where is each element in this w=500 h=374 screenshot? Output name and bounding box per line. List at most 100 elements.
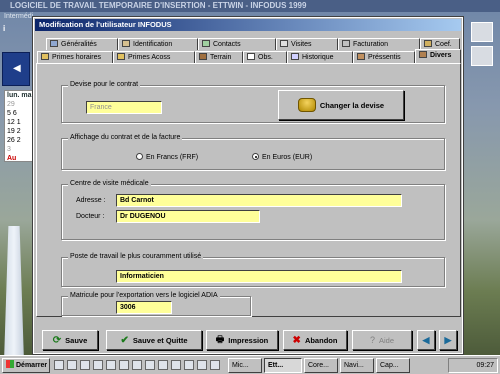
radio-frf[interactable]: En Francs (FRF)	[136, 153, 198, 161]
tab-primes-horaires[interactable]: Primes horaires	[37, 51, 113, 63]
left-panel: i ◀ lun. ma 29 5 6 12 1 19 2 26 2 3 Au	[0, 22, 33, 222]
calendar-row[interactable]: 5 6	[5, 109, 32, 118]
help-icon: ?	[369, 335, 375, 345]
system-tray: 09:27	[448, 358, 498, 373]
bonus-icon	[117, 53, 125, 60]
history-icon	[291, 53, 299, 60]
list-icon	[50, 40, 58, 47]
group-affichage-label: Affichage du contrat et de la facture	[68, 134, 183, 141]
previous-button[interactable]: ◀	[417, 330, 435, 350]
calendar-row[interactable]: 26 2	[5, 136, 32, 145]
calendar-row[interactable]: 3	[5, 145, 32, 154]
taskbar-item-navi[interactable]: Navi...	[340, 358, 374, 373]
quicklaunch-icon[interactable]	[197, 360, 207, 370]
quicklaunch-icon[interactable]	[158, 360, 168, 370]
next-button[interactable]: ▶	[439, 330, 457, 350]
change-currency-label: Changer la devise	[319, 100, 385, 110]
toolbar-button[interactable]	[471, 46, 493, 66]
docteur-field[interactable]: Dr DUGENOU	[116, 210, 260, 223]
misc-icon	[419, 51, 427, 58]
calendar-row[interactable]: 29	[5, 100, 32, 109]
tab-identification[interactable]: Identification	[118, 38, 198, 50]
quicklaunch-icon[interactable]	[132, 360, 142, 370]
user-edit-dialog: Modification de l'utilisateur INFODUS Gé…	[32, 16, 464, 355]
quicklaunch-icon[interactable]	[93, 360, 103, 370]
taskbar-item-mic[interactable]: Mic...	[228, 358, 262, 373]
cancel-icon: ✖	[292, 334, 301, 346]
quicklaunch-icon[interactable]	[80, 360, 90, 370]
toolbar-button[interactable]	[471, 22, 493, 42]
quicklaunch-icon[interactable]	[106, 360, 116, 370]
taskbar-item-ett[interactable]: Ett...	[264, 358, 302, 373]
calendar-row[interactable]: 19 2	[5, 127, 32, 136]
devise-field[interactable]: France	[86, 101, 162, 114]
clock-icon	[41, 53, 49, 60]
start-button[interactable]: Démarrer	[2, 358, 50, 373]
tab-generalites[interactable]: Généralités	[46, 38, 118, 50]
help-button[interactable]: ? Aide	[352, 330, 412, 350]
arrow-right-icon: ▶	[444, 334, 452, 345]
group-poste: Poste de travail le plus couramment util…	[61, 253, 445, 287]
group-matricule-label: Matricule pour l'exportation vers le log…	[68, 292, 220, 299]
coef-icon	[424, 40, 432, 47]
group-affichage: Affichage du contrat et de la facture En…	[61, 134, 445, 170]
tab-visites[interactable]: Visites	[276, 38, 338, 50]
arrow-left-icon: ◀	[13, 63, 21, 74]
dialog-title: Modification de l'utilisateur INFODUS	[35, 19, 461, 31]
quicklaunch-icon[interactable]	[171, 360, 181, 370]
quicklaunch-icon[interactable]	[210, 360, 220, 370]
visits-icon	[280, 40, 288, 47]
right-toolbar	[463, 22, 500, 355]
save-button[interactable]: ⟳ Sauve	[42, 330, 98, 350]
terrain-icon	[199, 53, 207, 60]
poste-field[interactable]: Informaticien	[116, 270, 402, 283]
taskbar: Démarrer Mic... Ett... Core... Navi... C…	[0, 355, 500, 374]
clock: 09:27	[476, 362, 494, 369]
invoice-icon	[342, 40, 350, 47]
calendar-today-link[interactable]: Au	[5, 154, 32, 163]
adresse-field[interactable]: Bd Carnot	[116, 194, 402, 207]
quicklaunch-icon[interactable]	[184, 360, 194, 370]
tab-pressentis[interactable]: Préssentis	[353, 51, 415, 63]
radio-eur-label: En Euros (EUR)	[262, 154, 313, 161]
matricule-field[interactable]: 3006	[116, 301, 172, 314]
calendar-row[interactable]: 12 1	[5, 118, 32, 127]
taskbar-item-core[interactable]: Core...	[304, 358, 338, 373]
radio-eur-circle[interactable]	[252, 153, 259, 160]
radio-frf-circle[interactable]	[136, 153, 143, 160]
abandon-button[interactable]: ✖ Abandon	[283, 330, 347, 350]
group-poste-label: Poste de travail le plus couramment util…	[68, 253, 204, 260]
print-button[interactable]: 🖶 Impression	[206, 330, 278, 350]
change-currency-button[interactable]: Changer la devise	[278, 90, 404, 120]
tab-contacts[interactable]: Contacts	[198, 38, 276, 50]
quicklaunch-icon[interactable]	[54, 360, 64, 370]
quicklaunch-icon[interactable]	[145, 360, 155, 370]
group-visite-medicale: Centre de visite médicale Adresse : Bd C…	[61, 180, 445, 240]
taskbar-item-cap[interactable]: Cap...	[376, 358, 410, 373]
radio-eur[interactable]: En Euros (EUR)	[252, 153, 312, 161]
group-matricule: Matricule pour l'exportation vers le log…	[61, 292, 251, 316]
tab-facturation[interactable]: Facturation	[338, 38, 420, 50]
printer-icon: 🖶	[215, 334, 225, 344]
coins-icon	[297, 98, 316, 112]
tab-primes-acoss[interactable]: Primes Acoss	[113, 51, 195, 63]
radio-frf-label: En Francs (FRF)	[146, 154, 199, 161]
id-card-icon	[122, 40, 130, 47]
docteur-label: Docteur :	[76, 213, 105, 220]
left-panel-title: i	[3, 24, 6, 33]
quicklaunch-icon[interactable]	[119, 360, 129, 370]
group-devise-label: Devise pour le contrat	[68, 81, 141, 88]
save-quit-button[interactable]: ✔ Sauve et Quitte	[106, 330, 202, 350]
tab-historique[interactable]: Historique	[287, 51, 353, 63]
adresse-label: Adresse :	[76, 197, 106, 204]
tab-obs[interactable]: Obs.	[243, 51, 287, 63]
observation-icon	[247, 53, 255, 60]
windows-icon	[6, 360, 14, 368]
left-nav-button[interactable]: ◀	[2, 52, 30, 86]
preselection-icon	[357, 53, 365, 60]
mini-calendar[interactable]: lun. ma 29 5 6 12 1 19 2 26 2 3 Au	[4, 90, 33, 162]
tab-panel-divers: Devise pour le contrat France Changer la…	[36, 63, 461, 317]
quicklaunch-icon[interactable]	[67, 360, 77, 370]
tab-terrain[interactable]: Terrain	[195, 51, 243, 63]
tab-divers[interactable]: Divers	[415, 49, 461, 63]
